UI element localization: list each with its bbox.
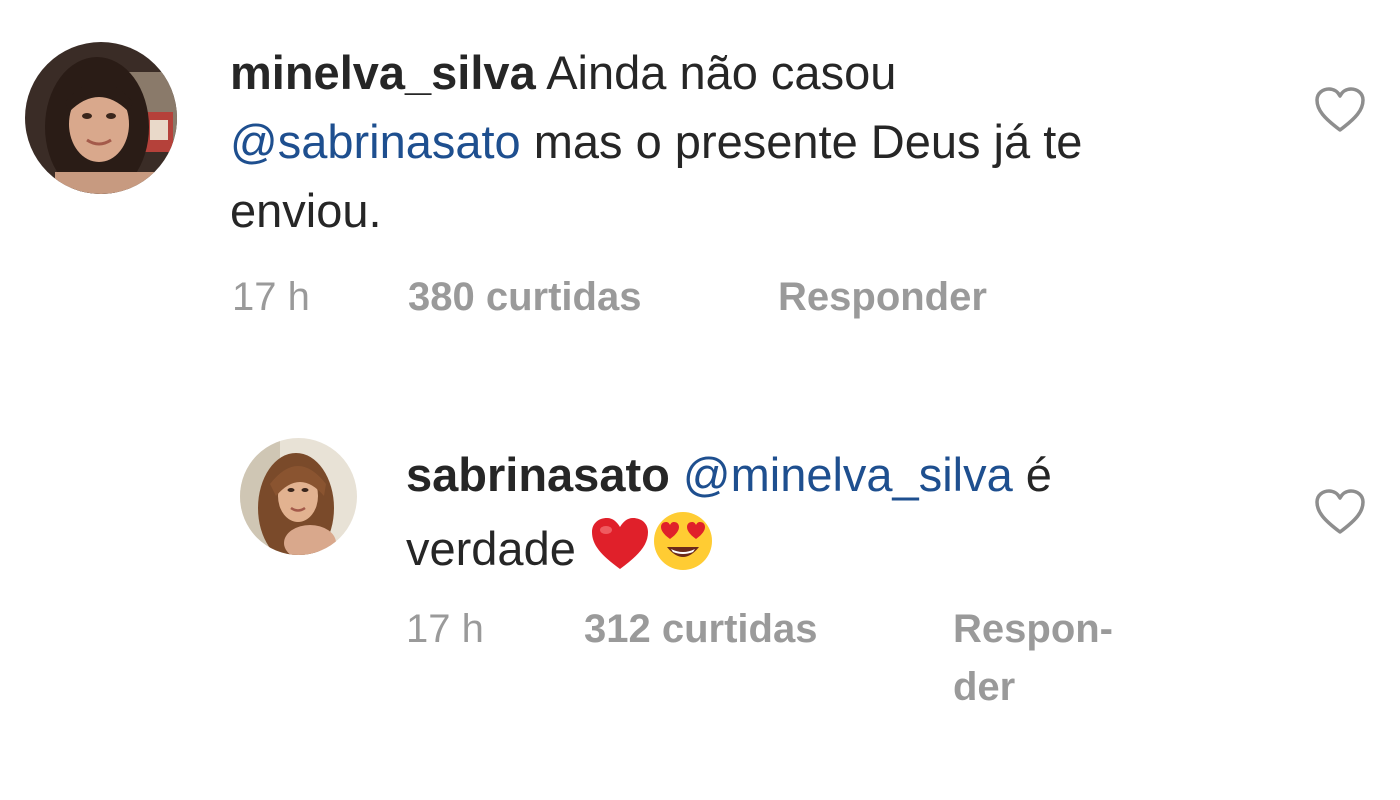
comment-likes-count[interactable]: 380 curtidas: [408, 268, 641, 326]
reply-label-part: der: [953, 665, 1016, 709]
comment-body-part: verdade: [406, 522, 576, 575]
comment-username[interactable]: minelva_silva: [230, 46, 536, 99]
comment-body-part: Ainda não casou: [546, 46, 897, 99]
reply-button[interactable]: Respon- der: [953, 600, 1153, 716]
profile-photo-icon: [25, 42, 177, 194]
heart-outline-icon[interactable]: [1314, 86, 1366, 134]
comment-username[interactable]: sabrinasato: [406, 448, 670, 501]
comment-time: 17 h: [406, 607, 484, 651]
red-heart-emoji: [589, 515, 651, 573]
comment-text: sabrinasato @minelva_silva é verdade: [406, 440, 1206, 583]
comment-text: minelva_silva Ainda não casou @sabrinasa…: [230, 38, 1210, 245]
mention-link[interactable]: @sabrinasato: [230, 115, 521, 168]
reply-label-part: Respon-: [953, 607, 1113, 651]
mention-link[interactable]: @minelva_silva: [683, 448, 1013, 501]
heart-outline-icon[interactable]: [1314, 488, 1366, 536]
comment-body-part: é: [1025, 448, 1052, 501]
avatar[interactable]: [25, 42, 177, 194]
avatar[interactable]: [240, 438, 357, 555]
comment-meta: 17 h 312 curtidas Respon- der: [406, 600, 1186, 720]
comment-meta: 17 h 380 curtidas Responder: [232, 268, 1132, 328]
profile-photo-icon: [240, 438, 357, 555]
heart-eyes-emoji: [651, 509, 715, 573]
reply-button[interactable]: Responder: [778, 268, 987, 326]
comment-time: 17 h: [232, 275, 310, 319]
comment-likes-count[interactable]: 312 curtidas: [584, 600, 817, 658]
